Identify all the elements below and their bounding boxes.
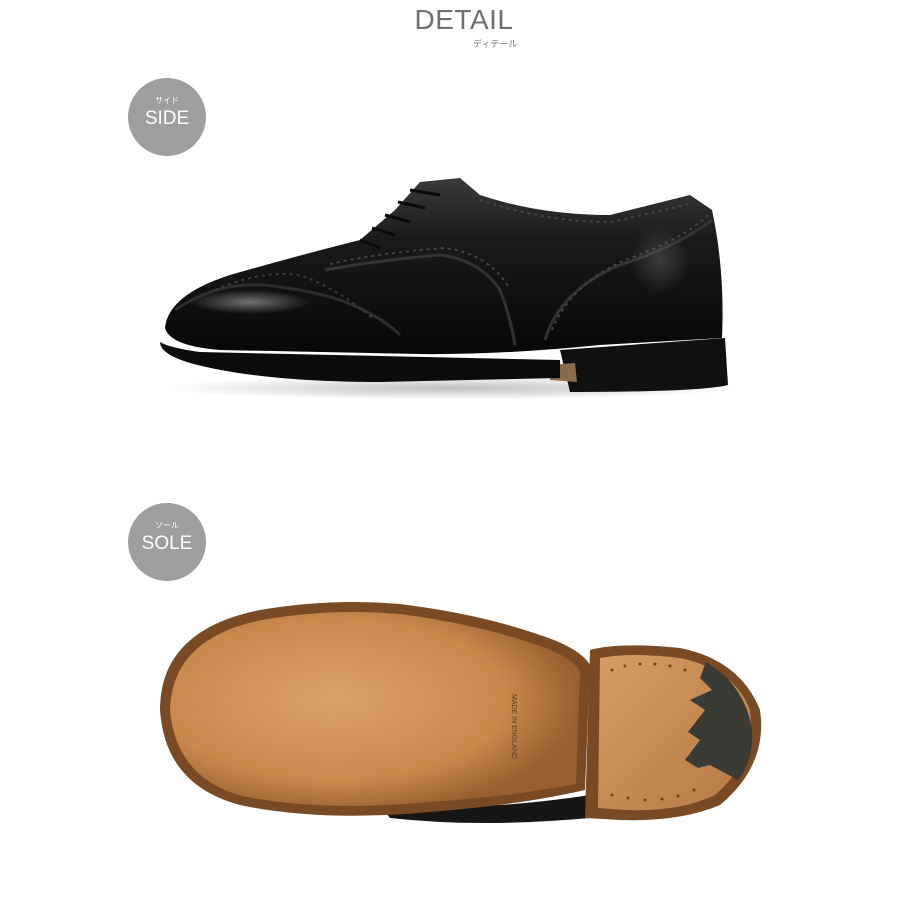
shoe-sole-photo: MADE IN ENGLAND [0,590,900,835]
sole-stamp-text: MADE IN ENGLAND [510,694,517,759]
sole-badge: ソール SOLE [128,503,206,581]
sole-badge-label: SOLE [141,533,193,554]
side-badge: サイド SIDE [128,78,206,156]
page-subtitle: ディテール [473,39,518,49]
shoe-side-illustration [160,178,740,400]
shoe-sole-illustration: MADE IN ENGLAND [160,602,762,823]
side-badge-label: SIDE [144,108,190,129]
side-badge-sublabel: サイド [155,96,179,105]
page-title: DETAIL [414,4,514,35]
page-header: DETAIL ディテール [0,4,900,52]
shoe-side-photo [0,160,900,410]
sole-badge-sublabel: ソール [155,521,179,530]
